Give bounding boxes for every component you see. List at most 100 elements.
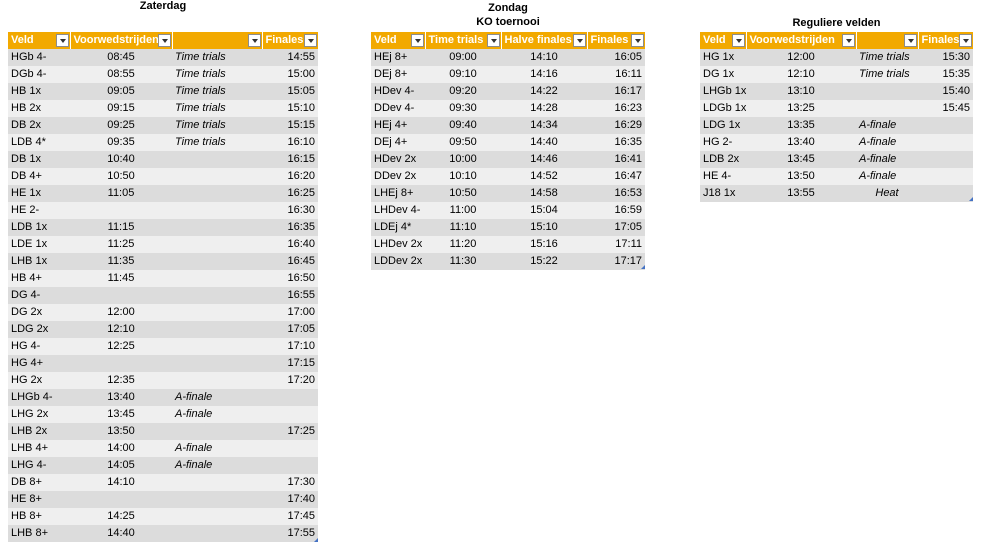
finale-cell[interactable] [262,457,318,474]
header-voorwedstrijden[interactable]: Voorwedstrijden [746,32,857,49]
header-blank[interactable] [856,32,919,49]
filter-dropdown-icon[interactable] [247,34,261,47]
type-cell[interactable] [856,83,918,100]
finale-cell[interactable]: 17:30 [262,474,318,491]
veld-cell[interactable]: LDEj 4* [371,219,425,236]
time-trial-cell[interactable]: 10:00 [425,151,501,168]
finale-cell[interactable] [262,406,318,423]
halve-finale-cell[interactable]: 14:40 [501,134,587,151]
veld-cell[interactable]: HG 4- [8,338,70,355]
time-trial-cell[interactable]: 09:10 [425,66,501,83]
finale-cell[interactable]: 14:55 [262,49,318,66]
veld-cell[interactable]: DB 2x [8,117,70,134]
type-cell[interactable] [172,253,262,270]
type-cell[interactable] [172,168,262,185]
header-finales[interactable]: Finales [587,32,646,49]
halve-finale-cell[interactable]: 15:22 [501,253,587,270]
type-cell[interactable]: A-finale [856,117,918,134]
type-cell[interactable] [172,508,262,525]
veld-cell[interactable]: DB 4+ [8,168,70,185]
finale-cell[interactable]: 17:20 [262,372,318,389]
finale-cell[interactable]: 17:40 [262,491,318,508]
voorwedstrijd-cell[interactable]: 13:10 [746,83,856,100]
time-trial-cell[interactable]: 09:40 [425,117,501,134]
veld-cell[interactable]: LDG 1x [700,117,746,134]
type-cell[interactable]: A-finale [856,134,918,151]
type-cell[interactable] [172,151,262,168]
voorwedstrijd-cell[interactable]: 09:35 [70,134,172,151]
type-cell[interactable] [172,491,262,508]
finale-cell[interactable]: 17:15 [262,355,318,372]
veld-cell[interactable]: LHGb 1x [700,83,746,100]
type-cell[interactable]: A-finale [172,457,262,474]
veld-cell[interactable]: HE 1x [8,185,70,202]
halve-finale-cell[interactable]: 15:10 [501,219,587,236]
filter-dropdown-icon[interactable] [157,34,171,47]
voorwedstrijd-cell[interactable]: 09:15 [70,100,172,117]
finale-cell[interactable]: 16:20 [262,168,318,185]
veld-cell[interactable]: DEj 4+ [371,134,425,151]
time-trial-cell[interactable]: 09:30 [425,100,501,117]
finale-cell[interactable]: 16:35 [587,134,645,151]
veld-cell[interactable]: HB 2x [8,100,70,117]
finale-cell[interactable]: 17:05 [262,321,318,338]
veld-cell[interactable]: HGb 4- [8,49,70,66]
veld-cell[interactable]: HE 8+ [8,491,70,508]
voorwedstrijd-cell[interactable]: 13:50 [70,423,172,440]
veld-cell[interactable]: LHEj 8+ [371,185,425,202]
header-time-trials[interactable]: Time trials [425,32,502,49]
type-cell[interactable] [172,372,262,389]
type-cell[interactable]: A-finale [172,406,262,423]
type-cell[interactable] [172,185,262,202]
finale-cell[interactable]: 16:10 [262,134,318,151]
finale-cell[interactable]: 17:25 [262,423,318,440]
finale-cell[interactable]: 16:47 [587,168,645,185]
voorwedstrijd-cell[interactable]: 13:35 [746,117,856,134]
voorwedstrijd-cell[interactable]: 13:45 [70,406,172,423]
finale-cell[interactable]: 15:00 [262,66,318,83]
finale-cell[interactable]: 15:10 [262,100,318,117]
veld-cell[interactable]: HB 4+ [8,270,70,287]
finale-cell[interactable]: 17:00 [262,304,318,321]
header-blank[interactable] [172,32,263,49]
veld-cell[interactable]: LHB 8+ [8,525,70,542]
voorwedstrijd-cell[interactable]: 13:40 [70,389,172,406]
filter-dropdown-icon[interactable] [55,34,69,47]
type-cell[interactable]: Time trials [856,49,918,66]
type-cell[interactable]: A-finale [856,151,918,168]
finale-cell[interactable] [918,168,973,185]
header-finales[interactable]: Finales [918,32,974,49]
finale-cell[interactable]: 15:30 [918,49,973,66]
type-cell[interactable]: Time trials [856,66,918,83]
halve-finale-cell[interactable]: 14:52 [501,168,587,185]
halve-finale-cell[interactable]: 15:04 [501,202,587,219]
voorwedstrijd-cell[interactable] [70,287,172,304]
veld-cell[interactable]: DEj 8+ [371,66,425,83]
time-trial-cell[interactable]: 10:10 [425,168,501,185]
type-cell[interactable] [856,100,918,117]
voorwedstrijd-cell[interactable] [70,491,172,508]
filter-dropdown-icon[interactable] [572,34,586,47]
type-cell[interactable]: Time trials [172,100,262,117]
veld-cell[interactable]: LHB 1x [8,253,70,270]
finale-cell[interactable] [918,117,973,134]
finale-cell[interactable]: 16:41 [587,151,645,168]
finale-cell[interactable] [918,185,973,202]
time-trial-cell[interactable]: 11:30 [425,253,501,270]
voorwedstrijd-cell[interactable]: 09:25 [70,117,172,134]
filter-dropdown-icon[interactable] [841,34,855,47]
veld-cell[interactable]: HG 4+ [8,355,70,372]
voorwedstrijd-cell[interactable]: 13:25 [746,100,856,117]
finale-cell[interactable]: 16:15 [262,151,318,168]
finale-cell[interactable]: 16:23 [587,100,645,117]
type-cell[interactable] [172,219,262,236]
veld-cell[interactable]: LDG 2x [8,321,70,338]
veld-cell[interactable]: DG 2x [8,304,70,321]
type-cell[interactable] [172,525,262,542]
time-trial-cell[interactable]: 11:20 [425,236,501,253]
time-trial-cell[interactable]: 11:00 [425,202,501,219]
header-voorwedstrijden[interactable]: Voorwedstrijden [70,32,173,49]
table-resize-handle[interactable] [969,197,973,201]
finale-cell[interactable]: 16:29 [587,117,645,134]
voorwedstrijd-cell[interactable]: 12:00 [746,49,856,66]
